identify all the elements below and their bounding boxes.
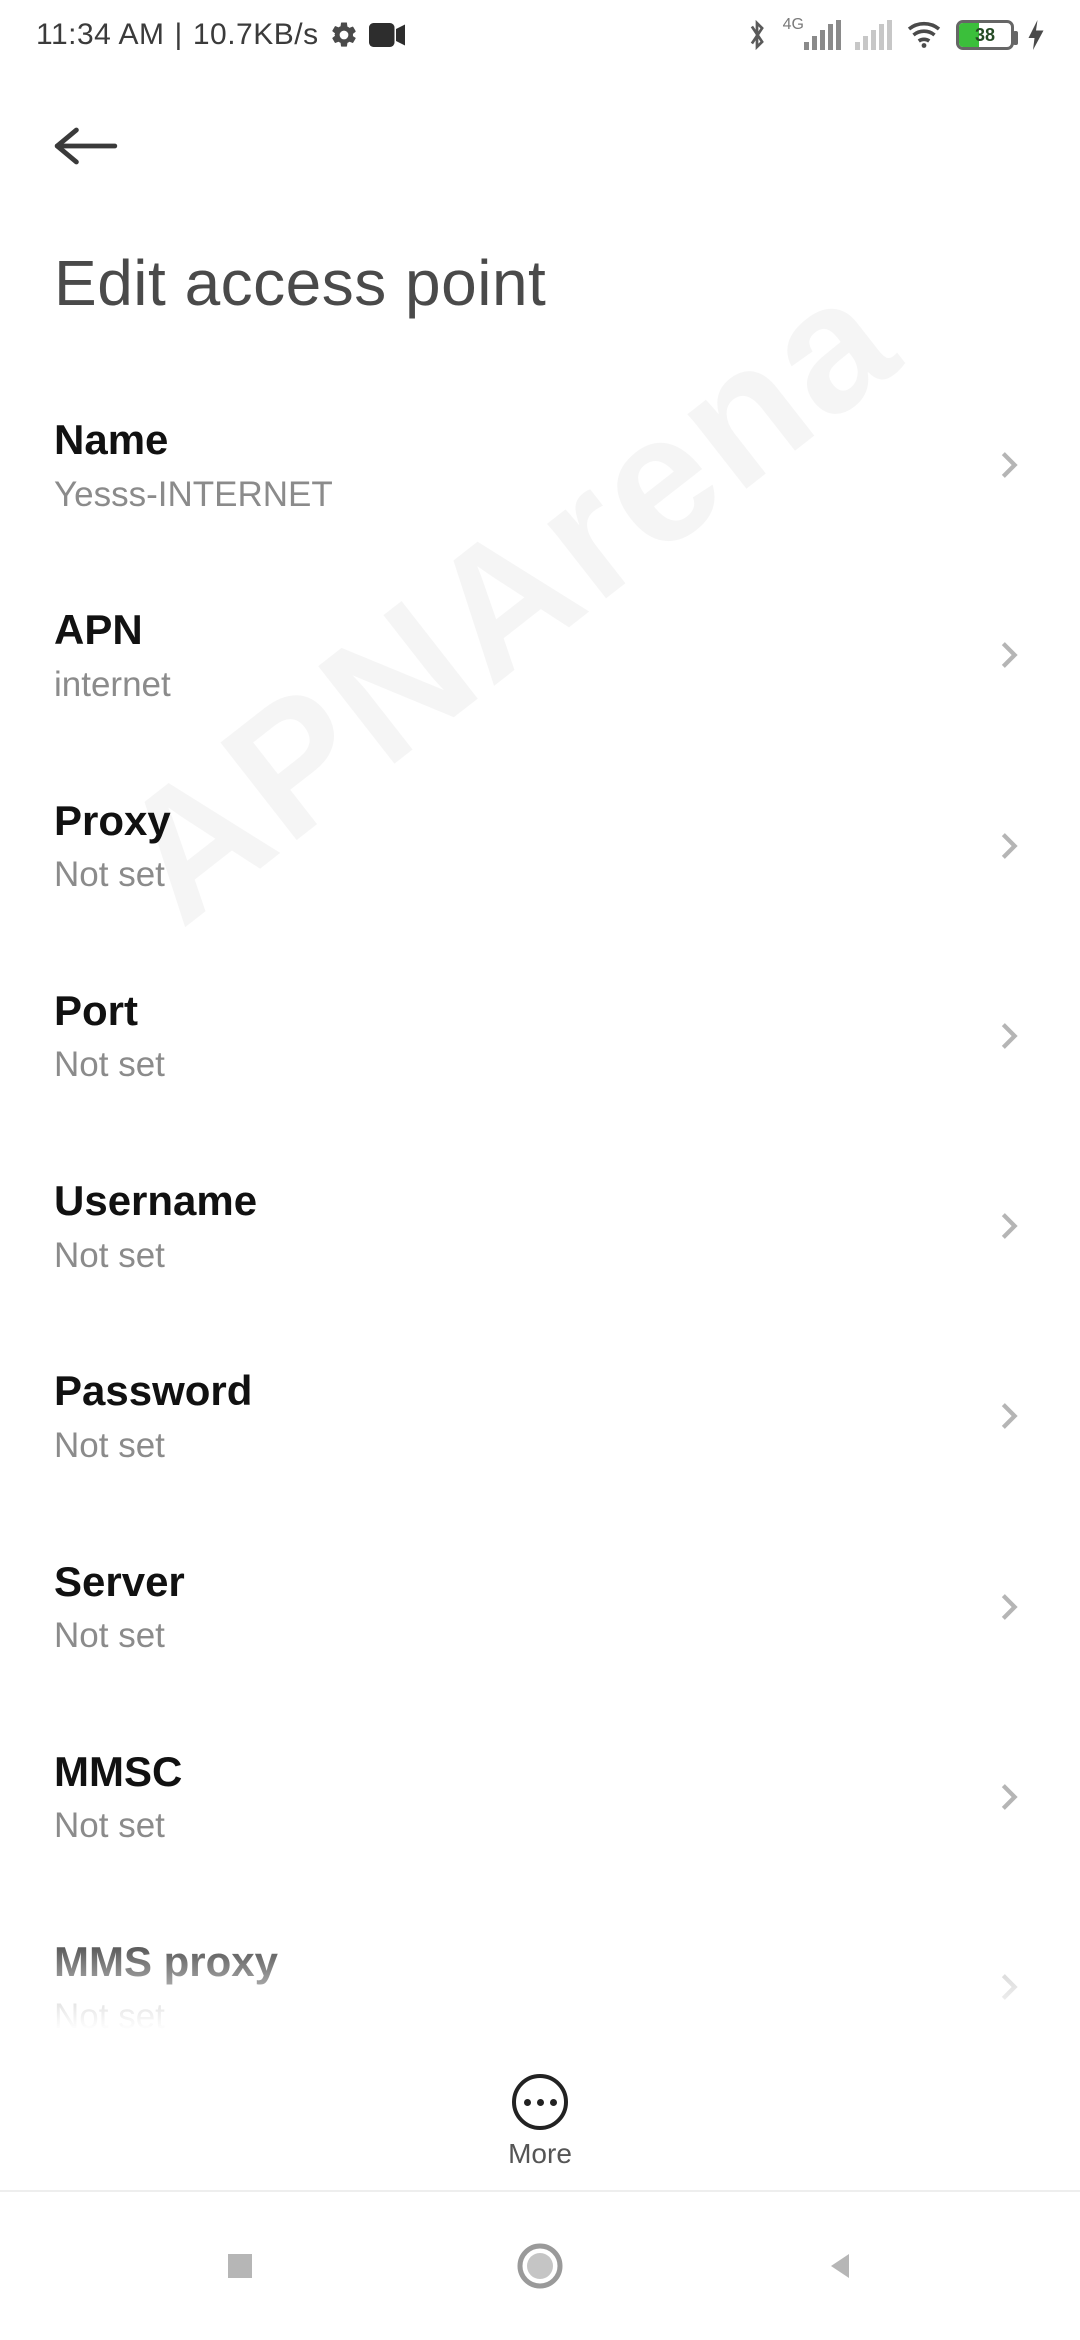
- settings-list: Name Yesss-INTERNET APN internet Proxy N…: [0, 370, 1080, 2082]
- row-label: Name: [54, 414, 992, 467]
- row-mms-proxy[interactable]: MMS proxy Not set: [54, 1892, 1026, 2082]
- chevron-right-icon: [992, 448, 1026, 482]
- more-button[interactable]: [512, 2074, 568, 2130]
- row-value: Not set: [54, 1043, 992, 1087]
- circle-icon: [516, 2242, 564, 2290]
- row-label: Port: [54, 985, 992, 1038]
- battery-percent: 38: [959, 25, 1011, 46]
- chevron-right-icon: [992, 1970, 1026, 2004]
- bluetooth-icon: [745, 18, 769, 52]
- row-value: Not set: [54, 1995, 992, 2039]
- back-button[interactable]: [54, 106, 134, 186]
- row-label: APN: [54, 604, 992, 657]
- battery-indicator: 38: [956, 20, 1014, 50]
- videocam-icon: [369, 22, 405, 48]
- chevron-right-icon: [992, 1780, 1026, 1814]
- row-label: Proxy: [54, 795, 992, 848]
- chevron-right-icon: [992, 1019, 1026, 1053]
- nav-recent-button[interactable]: [180, 2226, 300, 2306]
- row-apn[interactable]: APN internet: [54, 560, 1026, 750]
- row-server[interactable]: Server Not set: [54, 1512, 1026, 1702]
- row-value: Not set: [54, 1424, 992, 1468]
- chevron-right-icon: [992, 1209, 1026, 1243]
- page-title: Edit access point: [54, 186, 1026, 360]
- arrow-left-icon: [54, 124, 118, 168]
- network-type-label: 4G: [783, 16, 804, 34]
- signal-secondary: [855, 20, 892, 50]
- row-label: Server: [54, 1556, 992, 1609]
- row-value: Not set: [54, 1234, 992, 1278]
- row-label: MMS proxy: [54, 1936, 992, 1989]
- charging-icon: [1028, 20, 1044, 50]
- status-time: 11:34 AM: [36, 18, 165, 52]
- row-username[interactable]: Username Not set: [54, 1131, 1026, 1321]
- wifi-icon: [906, 20, 942, 50]
- signal-primary: 4G: [783, 20, 841, 50]
- nav-home-button[interactable]: [480, 2226, 600, 2306]
- triangle-left-icon: [822, 2248, 858, 2284]
- row-label: Password: [54, 1365, 992, 1418]
- nav-back-button[interactable]: [780, 2226, 900, 2306]
- chevron-right-icon: [992, 829, 1026, 863]
- chevron-right-icon: [992, 638, 1026, 672]
- chevron-right-icon: [992, 1399, 1026, 1433]
- row-password[interactable]: Password Not set: [54, 1321, 1026, 1511]
- row-label: MMSC: [54, 1746, 992, 1799]
- status-separator: |: [175, 18, 183, 52]
- row-value: Not set: [54, 853, 992, 897]
- more-dots-icon: [524, 2099, 557, 2106]
- row-mmsc[interactable]: MMSC Not set: [54, 1702, 1026, 1892]
- row-value: Yesss-INTERNET: [54, 473, 992, 517]
- row-label: Username: [54, 1175, 992, 1228]
- more-label: More: [508, 2138, 572, 2170]
- status-bar: 11:34 AM | 10.7KB/s 4G 38: [0, 0, 1080, 70]
- row-value: Not set: [54, 1804, 992, 1848]
- row-proxy[interactable]: Proxy Not set: [54, 751, 1026, 941]
- row-name[interactable]: Name Yesss-INTERNET: [54, 370, 1026, 560]
- gear-icon: [329, 20, 359, 50]
- square-icon: [222, 2248, 258, 2284]
- row-value: Not set: [54, 1614, 992, 1658]
- row-port[interactable]: Port Not set: [54, 941, 1026, 1131]
- chevron-right-icon: [992, 1590, 1026, 1624]
- row-value: internet: [54, 663, 992, 707]
- status-net-speed: 10.7KB/s: [193, 18, 319, 52]
- system-nav-bar: [0, 2190, 1080, 2340]
